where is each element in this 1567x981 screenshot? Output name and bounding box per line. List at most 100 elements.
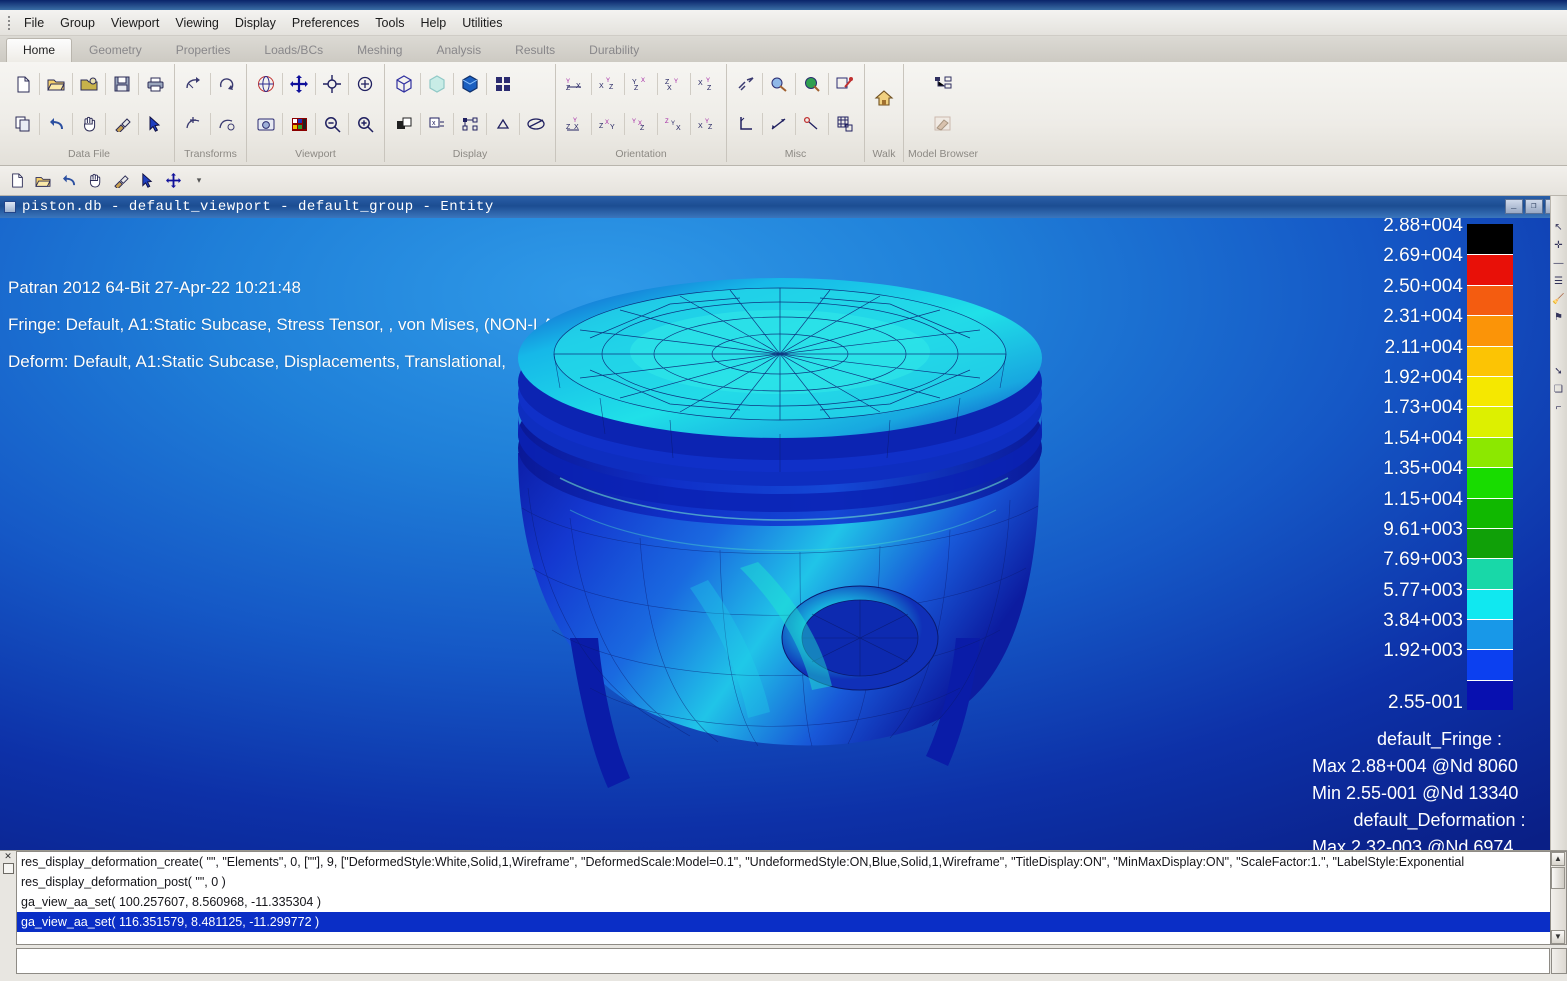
minimize-button[interactable]: _: [1505, 199, 1523, 214]
measure-icon[interactable]: [733, 71, 759, 97]
flag-icon[interactable]: ⚑: [1551, 308, 1566, 326]
entity-display-icon[interactable]: [391, 111, 417, 137]
undock-icon[interactable]: [2, 863, 14, 874]
undo-icon[interactable]: [56, 169, 82, 193]
scroll-down-arrow-icon[interactable]: ▼: [1551, 930, 1565, 944]
label-display-icon[interactable]: x: [424, 111, 450, 137]
command-history-row[interactable]: res_display_deformation_post( "", 0 ): [17, 872, 1550, 892]
move-view-icon[interactable]: [286, 71, 312, 97]
tab-durability[interactable]: Durability: [572, 38, 656, 62]
hand-pan-icon[interactable]: [82, 169, 108, 193]
menu-item-viewport[interactable]: Viewport: [103, 13, 167, 33]
command-history-list[interactable]: res_display_deformation_create( "", "Ele…: [16, 851, 1551, 945]
add-node-icon[interactable]: ✛: [1551, 236, 1566, 254]
shrink-icon[interactable]: [523, 111, 549, 137]
scale-icon[interactable]: [214, 111, 240, 137]
close-icon[interactable]: ✕: [4, 852, 12, 861]
minus-icon[interactable]: —: [1551, 254, 1566, 272]
move-view-icon[interactable]: [160, 169, 186, 193]
command-history-row[interactable]: res_display_deformation_create( "", "Ele…: [17, 852, 1550, 872]
pointer-select-icon[interactable]: [134, 169, 160, 193]
distance-icon[interactable]: [766, 111, 792, 137]
maximize-button[interactable]: ❐: [1525, 199, 1543, 214]
paint-globe-icon[interactable]: [799, 71, 825, 97]
solid-box-icon[interactable]: [457, 71, 483, 97]
command-history-row-selected[interactable]: ga_view_aa_set( 116.351579, 8.481125, -1…: [17, 912, 1550, 932]
zoom-out-icon[interactable]: [319, 111, 345, 137]
tab-geometry[interactable]: Geometry: [72, 38, 159, 62]
piston-fe-model[interactable]: [440, 238, 1120, 838]
open-recent-icon[interactable]: [76, 71, 102, 97]
pointer-select-icon[interactable]: [142, 111, 168, 137]
center-view-icon[interactable]: [319, 71, 345, 97]
hidden-line-icon[interactable]: [424, 71, 450, 97]
command-input-scrollbar[interactable]: [1551, 948, 1567, 974]
view-side-icon[interactable]: XYZ: [694, 71, 720, 97]
rotate-model-icon[interactable]: [181, 71, 207, 97]
tab-analysis[interactable]: Analysis: [419, 38, 498, 62]
tab-results[interactable]: Results: [498, 38, 572, 62]
frame-icon[interactable]: ⌐: [1551, 398, 1566, 416]
tab-loads-bcs[interactable]: Loads/BCs: [247, 38, 340, 62]
new-file-icon[interactable]: [10, 71, 36, 97]
tab-home[interactable]: Home: [6, 38, 73, 62]
view-back-icon[interactable]: ZYX: [562, 111, 588, 137]
open-folder-icon[interactable]: [43, 71, 69, 97]
tab-meshing[interactable]: Meshing: [340, 38, 419, 62]
command-input-field[interactable]: [16, 948, 1550, 974]
menu-item-preferences[interactable]: Preferences: [284, 13, 367, 33]
view-right-icon[interactable]: YXZ: [628, 111, 654, 137]
print-icon[interactable]: [142, 71, 168, 97]
grid-icon[interactable]: [832, 111, 858, 137]
clean-brush-icon[interactable]: [109, 111, 135, 137]
triangle-icon[interactable]: [490, 111, 516, 137]
shaded-box-icon[interactable]: [391, 71, 417, 97]
view-bottom-icon[interactable]: ZYX: [661, 111, 687, 137]
scrollbar-thumb[interactable]: [1551, 867, 1565, 889]
broom-icon[interactable]: 🧹: [1551, 290, 1566, 308]
zoom-in-icon[interactable]: [352, 111, 378, 137]
paint-ball-icon[interactable]: [766, 71, 792, 97]
view-top-icon[interactable]: ZYX: [661, 71, 687, 97]
undo-icon[interactable]: [43, 111, 69, 137]
node-display-icon[interactable]: [457, 111, 483, 137]
color-palette-icon[interactable]: [286, 111, 312, 137]
menu-item-display[interactable]: Display: [227, 13, 284, 33]
translate-icon[interactable]: [181, 111, 207, 137]
tab-properties[interactable]: Properties: [159, 38, 248, 62]
color-picker-icon[interactable]: [832, 71, 858, 97]
menu-item-tools[interactable]: Tools: [367, 13, 412, 33]
multi-view-icon[interactable]: [490, 71, 516, 97]
home-walk-icon[interactable]: [871, 85, 897, 111]
snapshot-icon[interactable]: [253, 111, 279, 137]
view-iso1-icon[interactable]: YZX: [562, 71, 588, 97]
scroll-up-arrow-icon[interactable]: ▲: [1551, 852, 1565, 866]
new-file-icon[interactable]: [4, 169, 30, 193]
clean-brush-icon[interactable]: [108, 169, 134, 193]
menu-item-help[interactable]: Help: [412, 13, 454, 33]
copy-icon[interactable]: [10, 111, 36, 137]
open-folder-icon[interactable]: [30, 169, 56, 193]
hand-pan-icon[interactable]: [76, 111, 102, 137]
command-history-scrollbar[interactable]: ▲ ▼: [1551, 851, 1567, 945]
tree-browser-icon[interactable]: [930, 71, 956, 97]
view-iso2-icon[interactable]: XYZ: [595, 71, 621, 97]
pointer-icon[interactable]: ➘: [1551, 362, 1566, 380]
list-icon[interactable]: ☰: [1551, 272, 1566, 290]
angle-icon[interactable]: [799, 111, 825, 137]
save-icon[interactable]: [109, 71, 135, 97]
menu-item-group[interactable]: Group: [52, 13, 103, 33]
graphics-canvas[interactable]: Patran 2012 64-Bit 27-Apr-22 10:21:48 Fr…: [0, 218, 1567, 850]
menu-item-viewing[interactable]: Viewing: [167, 13, 227, 33]
fit-view-icon[interactable]: [352, 71, 378, 97]
browser-tools-icon[interactable]: [930, 111, 956, 137]
menu-item-utilities[interactable]: Utilities: [454, 13, 510, 33]
view-front-icon[interactable]: YXZ: [628, 71, 654, 97]
view-rear-icon[interactable]: XYZ: [694, 111, 720, 137]
wireframe-sphere-icon[interactable]: [253, 71, 279, 97]
rotate-screen-icon[interactable]: [214, 71, 240, 97]
coord-frame-icon[interactable]: [733, 111, 759, 137]
overflow-chevron-icon[interactable]: ▾: [186, 169, 212, 193]
copy-entity-icon[interactable]: ❏: [1551, 380, 1566, 398]
command-history-row[interactable]: ga_view_aa_set( 100.257607, 8.560968, -1…: [17, 892, 1550, 912]
